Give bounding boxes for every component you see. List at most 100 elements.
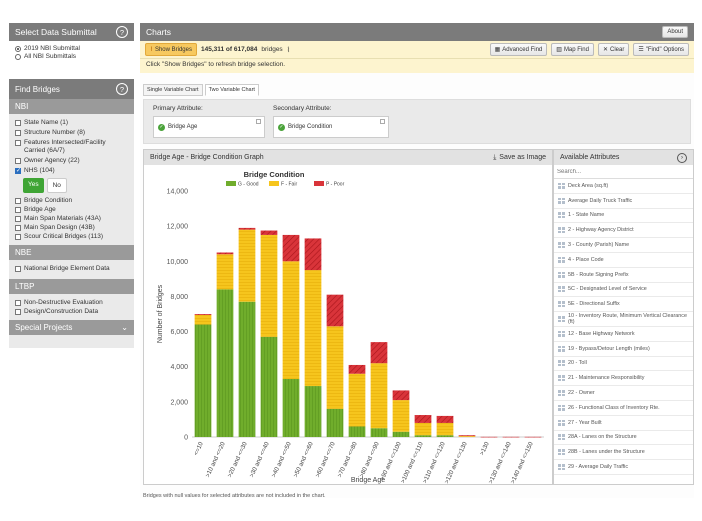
graph-panel: Bridge Age - Bridge Condition Graph ⤓ Sa… xyxy=(143,149,553,485)
attribute-item[interactable]: 29 - Average Daily Traffic xyxy=(554,460,693,475)
drag-handle-icon xyxy=(558,271,565,278)
no-button[interactable]: No xyxy=(46,178,67,193)
find-bridges-header: Find Bridges ? xyxy=(9,79,134,99)
radio-icon[interactable] xyxy=(15,46,21,52)
nbi-item-bridge-condition[interactable]: Bridge Condition xyxy=(9,197,134,205)
checkbox-icon[interactable] xyxy=(15,225,21,231)
attribute-item[interactable]: 28A - Lanes on the Structure xyxy=(554,431,693,446)
special-projects-header[interactable]: Special Projects ⌄ xyxy=(9,320,134,335)
checkbox-icon[interactable] xyxy=(15,300,21,306)
ltbp-item-nde[interactable]: Non-Destructive Evaluation xyxy=(9,299,134,307)
find-bridges-title: Find Bridges xyxy=(15,84,60,94)
nbi-item-owner-agency[interactable]: Owner Agency (22) xyxy=(9,157,134,165)
bar-segment xyxy=(392,390,410,401)
attribute-item[interactable]: 1 - State Name xyxy=(554,209,693,224)
close-box-icon[interactable] xyxy=(256,119,261,124)
map-find-button[interactable]: ▥ Map Find xyxy=(551,43,594,56)
checkbox-icon[interactable] xyxy=(15,120,21,126)
checkbox-icon[interactable] xyxy=(15,130,21,136)
nbe-item-national-bridge-element[interactable]: National Bridge Element Data xyxy=(9,265,134,273)
primary-attribute-box[interactable]: ✓ Bridge Age xyxy=(153,116,265,138)
attribute-item[interactable]: Average Daily Truck Traffic xyxy=(554,194,693,209)
x-tick-label: >130 xyxy=(479,440,491,456)
show-bridges-button[interactable]: ⌇ Show Bridges xyxy=(145,43,197,56)
attribute-item[interactable]: Deck Area (sq.ft) xyxy=(554,179,693,194)
attribute-item[interactable]: 5E - Directional Suffix xyxy=(554,297,693,313)
checkbox-icon[interactable] xyxy=(15,216,21,222)
attribute-item[interactable]: 2 - Highway Agency District xyxy=(554,223,693,239)
ltbp-item-design-construction[interactable]: Design/Construction Data xyxy=(9,308,134,316)
submittal-option-all[interactable]: All NBI Submittals xyxy=(9,53,134,61)
attribute-item[interactable]: 4 - Place Code xyxy=(554,253,693,268)
checkbox-icon[interactable] xyxy=(15,234,21,240)
submittal-option-2019[interactable]: 2019 NBI Submittal xyxy=(9,45,134,53)
checkbox-checked-icon[interactable] xyxy=(15,167,21,175)
attribute-selectors: Primary Attribute: Secondary Attribute: … xyxy=(143,99,691,144)
graph-header: Bridge Age - Bridge Condition Graph ⤓ Sa… xyxy=(144,150,552,165)
checkbox-icon[interactable] xyxy=(15,198,21,204)
attribute-item[interactable]: 12 - Base Highway Network xyxy=(554,327,693,342)
nbi-item-features-intersected[interactable]: Features Intersected/Facility Carried (6… xyxy=(9,139,134,155)
secondary-attribute-box[interactable]: ✓ Bridge Condition xyxy=(273,116,389,138)
find-options-button[interactable]: ☰ "Find" Options xyxy=(633,43,689,56)
y-tick-label: 2,000 xyxy=(170,399,188,406)
nbi-item-main-span-materials[interactable]: Main Span Materials (43A) xyxy=(9,215,134,223)
attribute-item[interactable]: 19 - Bypass/Detour Length (miles) xyxy=(554,342,693,357)
chevron-right-icon[interactable]: › xyxy=(677,152,687,163)
drag-handle-icon xyxy=(558,286,565,293)
bar-segment xyxy=(304,270,322,387)
x-tick-label: >90 and <=100 xyxy=(379,440,403,481)
checkbox-icon[interactable] xyxy=(15,266,21,272)
bar-segment xyxy=(304,238,322,271)
attribute-item[interactable]: 22 - Owner xyxy=(554,386,693,401)
nbi-item-state-name[interactable]: State Name (1) xyxy=(9,119,134,127)
nbi-item-scour-critical[interactable]: Scour Critical Bridges (113) xyxy=(9,233,134,241)
about-button[interactable]: About xyxy=(662,26,688,38)
attribute-item[interactable]: 10 - Inventory Route, Minimum Vertical C… xyxy=(554,312,693,327)
x-tick-label: >60 and <=70 xyxy=(314,440,337,478)
attribute-item[interactable]: 5C - Designated Level of Service xyxy=(554,283,693,298)
clear-button[interactable]: ✕ Clear xyxy=(597,43,630,56)
bar-segment xyxy=(260,336,278,437)
y-tick-label: 8,000 xyxy=(170,294,188,301)
y-tick-label: 12,000 xyxy=(167,224,189,231)
help-icon[interactable]: ? xyxy=(116,26,128,38)
attribute-item[interactable]: 26 - Functional Class of Inventory Rte. xyxy=(554,401,693,416)
attribute-list: Deck Area (sq.ft) Average Daily Truck Tra… xyxy=(554,179,693,475)
attribute-item[interactable]: 3 - County (Parish) Name xyxy=(554,238,693,253)
attribute-item[interactable]: 21 - Maintenance Responsibility xyxy=(554,371,693,387)
bar-segment xyxy=(458,436,476,437)
nbi-item-main-span-design[interactable]: Main Span Design (43B) xyxy=(9,224,134,232)
available-attributes-title: Available Attributes xyxy=(560,154,620,161)
attribute-item[interactable]: 20 - Toll xyxy=(554,357,693,372)
left-panel: Select Data Submittal ? 2019 NBI Submitt… xyxy=(9,23,134,348)
bar-segment xyxy=(216,289,234,437)
attribute-item[interactable]: 28B - Lanes under the Structure xyxy=(554,445,693,461)
chevron-down-icon: ⌄ xyxy=(121,323,128,332)
bar-segment xyxy=(458,435,476,437)
attribute-item[interactable]: 27 - Year Built xyxy=(554,416,693,431)
checkbox-icon[interactable] xyxy=(15,207,21,213)
nbi-item-structure-number[interactable]: Structure Number (8) xyxy=(9,129,134,137)
radio-icon[interactable] xyxy=(15,54,21,60)
attribute-item[interactable]: 5B - Route Signing Prefix xyxy=(554,268,693,283)
yes-button[interactable]: Yes xyxy=(23,178,44,193)
x-tick-label: >20 and <=30 xyxy=(226,440,249,478)
nbi-item-nhs[interactable]: NHS (104) xyxy=(9,167,134,175)
drag-handle-icon xyxy=(558,242,565,249)
checkbox-icon[interactable] xyxy=(15,309,21,315)
checkbox-icon[interactable] xyxy=(15,140,21,146)
legend-swatch xyxy=(314,181,324,186)
checkbox-icon[interactable] xyxy=(15,158,21,164)
save-as-image-button[interactable]: ⤓ Save as Image xyxy=(493,154,546,162)
bar-segment xyxy=(502,436,520,438)
tab-single-variable-chart[interactable]: Single Variable Chart xyxy=(143,84,203,96)
x-tick-label: >100 and <=110 xyxy=(400,440,426,484)
help-icon[interactable]: ? xyxy=(116,83,128,95)
tab-two-variable-chart[interactable]: Two Variable Chart xyxy=(204,84,259,96)
close-box-icon[interactable] xyxy=(380,119,385,124)
advanced-find-button[interactable]: ▦ Advanced Find xyxy=(489,43,548,56)
attribute-search-input[interactable] xyxy=(554,165,693,179)
nbi-item-bridge-age[interactable]: Bridge Age xyxy=(9,206,134,214)
bar-segment xyxy=(436,415,454,423)
